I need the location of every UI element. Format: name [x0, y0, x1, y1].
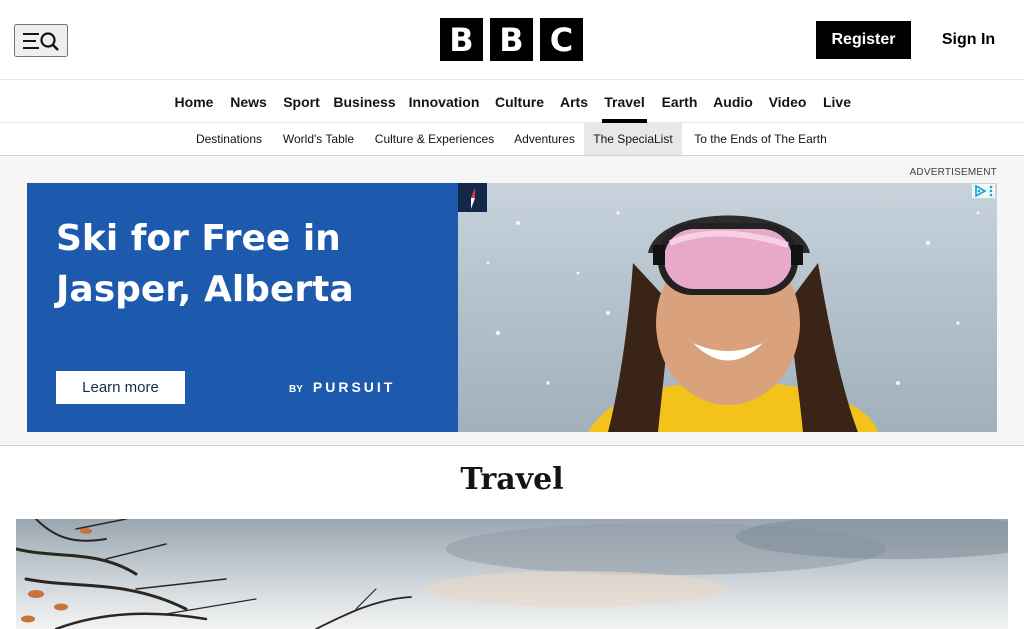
bbc-logo[interactable]: B B C — [440, 18, 583, 61]
nav-item-business[interactable]: Business — [328, 80, 401, 123]
ad-choices[interactable] — [972, 184, 995, 198]
nav-item-sport[interactable]: Sport — [275, 80, 328, 123]
compass-icon — [470, 186, 475, 209]
ad-compass-logo — [458, 183, 487, 212]
adchoices-icon — [975, 185, 986, 197]
ad-learn-more-button[interactable]: Learn more — [56, 371, 185, 404]
subnav-item-culture-experiences[interactable]: Culture & Experiences — [364, 123, 505, 155]
nav-item-travel[interactable]: Travel — [596, 80, 653, 123]
nav-item-innovation[interactable]: Innovation — [401, 80, 487, 123]
logo-letter: B — [490, 18, 533, 61]
ad-brand-name: PURSUIT — [312, 379, 396, 395]
advertisement-banner[interactable]: Ski for Free in Jasper, Alberta Learn mo… — [27, 183, 997, 432]
primary-nav: Home News Sport Business Innovation Cult… — [0, 80, 1024, 123]
site-header: B B C Register Sign In — [0, 0, 1024, 80]
nav-item-culture[interactable]: Culture — [487, 80, 552, 123]
subnav-item-worlds-table[interactable]: World's Table — [273, 123, 364, 155]
nav-item-news[interactable]: News — [222, 80, 275, 123]
nav-item-home[interactable]: Home — [166, 80, 222, 123]
nav-item-audio[interactable]: Audio — [706, 80, 760, 123]
ad-brand-by: BY — [289, 384, 303, 395]
sign-in-button[interactable]: Sign In — [927, 21, 1010, 58]
menu-search-icon — [23, 31, 59, 51]
kebab-menu-icon — [989, 185, 993, 197]
register-button[interactable]: Register — [816, 21, 911, 59]
hero-image[interactable] — [16, 519, 1008, 629]
tree-branches-illustration — [16, 519, 1008, 629]
nav-item-arts[interactable]: Arts — [552, 80, 596, 123]
logo-letter: B — [440, 18, 483, 61]
ad-text-panel: Ski for Free in Jasper, Alberta Learn mo… — [27, 183, 458, 432]
nav-item-earth[interactable]: Earth — [653, 80, 706, 123]
subnav-item-the-specialist[interactable]: The SpeciaList — [584, 123, 682, 155]
menu-search-button[interactable] — [14, 24, 68, 57]
page-title: Travel — [460, 462, 564, 497]
subnav-item-destinations[interactable]: Destinations — [185, 123, 273, 155]
skier-woman-illustration — [486, 211, 980, 432]
advertisement-label: ADVERTISEMENT — [909, 167, 997, 178]
secondary-nav: Destinations World's Table Culture & Exp… — [0, 123, 1024, 156]
ad-image — [458, 183, 997, 432]
ad-headline: Ski for Free in Jasper, Alberta — [56, 218, 354, 310]
nav-item-live[interactable]: Live — [815, 80, 859, 123]
advertisement-zone: ADVERTISEMENT Ski for Free in Jasper, Al… — [0, 156, 1024, 446]
nav-item-video[interactable]: Video — [760, 80, 815, 123]
subnav-item-adventures[interactable]: Adventures — [505, 123, 584, 155]
subnav-item-ends-of-the-earth[interactable]: To the Ends of The Earth — [682, 123, 839, 155]
ad-brand: BY PURSUIT — [289, 379, 395, 395]
logo-letter: C — [540, 18, 583, 61]
